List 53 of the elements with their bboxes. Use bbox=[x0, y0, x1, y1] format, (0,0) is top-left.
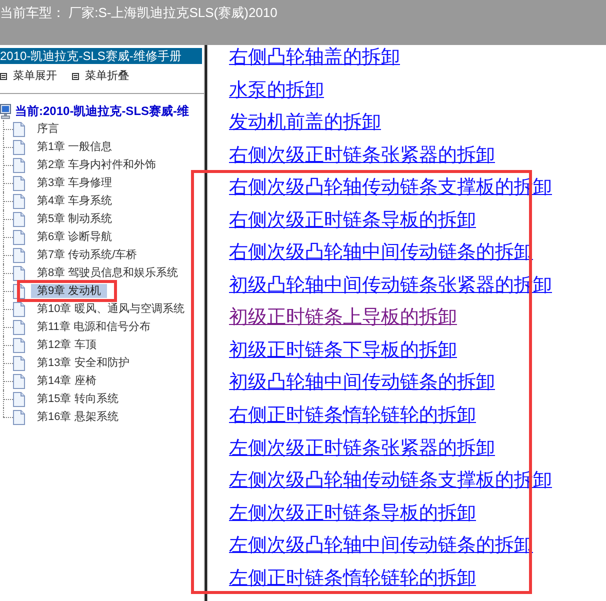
document-icon bbox=[13, 392, 25, 406]
document-icon bbox=[13, 266, 25, 280]
manual-link[interactable]: 初级正时链条上导板的拆卸 bbox=[229, 305, 457, 330]
sidebar-header: 2010-凯迪拉克-SLS赛威-维修手册 bbox=[0, 48, 202, 64]
manual-link[interactable]: 左侧次级正时链条张紧器的拆卸 bbox=[229, 436, 495, 460]
menu-action-link[interactable]: 菜单展开 bbox=[0, 68, 57, 84]
document-icon bbox=[13, 122, 25, 136]
list-icon bbox=[72, 72, 79, 80]
tree-item[interactable]: 第9章 发动机 bbox=[31, 284, 108, 298]
menu-action-link[interactable]: 菜单折叠 bbox=[72, 68, 129, 84]
current-model-text: 当前车型： 厂家:S-上海凯迪拉克SLS(赛威)2010 bbox=[0, 4, 278, 22]
manual-link[interactable]: 初级凸轮轴中间传动链条的拆卸 bbox=[229, 370, 495, 394]
tree-item[interactable]: 第13章 安全和防护 bbox=[31, 356, 136, 370]
tree-item[interactable]: 第10章 暖风、通风与空调系统 bbox=[31, 302, 190, 316]
manual-link[interactable]: 左侧正时链条惰轮链轮的拆卸 bbox=[229, 566, 476, 590]
document-icon bbox=[13, 410, 25, 424]
tree-item[interactable]: 序言 bbox=[31, 122, 65, 136]
document-icon bbox=[13, 158, 25, 172]
document-icon bbox=[13, 140, 25, 154]
document-icon bbox=[13, 176, 25, 190]
tree-item[interactable]: 第15章 转向系统 bbox=[31, 392, 124, 406]
tree-item[interactable]: 第6章 诊断导航 bbox=[31, 230, 118, 244]
tree-item[interactable]: 第16章 悬架系统 bbox=[31, 410, 124, 424]
tree-item[interactable]: 第12章 车顶 bbox=[31, 338, 102, 352]
manual-link[interactable]: 左侧次级正时链条导板的拆卸 bbox=[229, 500, 476, 525]
tree-root-label[interactable]: 当前:2010-凯迪拉克-SLS赛威-维 bbox=[15, 102, 190, 120]
tree-item[interactable]: 第7章 传动系统/车桥 bbox=[31, 248, 144, 262]
manual-link[interactable]: 初级正时链条下导板的拆卸 bbox=[229, 338, 457, 362]
tree-item[interactable]: 第1章 一般信息 bbox=[31, 140, 118, 154]
document-icon bbox=[13, 338, 25, 352]
manual-link[interactable]: 水泵的拆卸 bbox=[229, 78, 324, 102]
document-icon bbox=[13, 356, 25, 370]
computer-icon bbox=[0, 104, 11, 118]
tree-item[interactable]: 第3章 车身修理 bbox=[31, 176, 118, 190]
manual-link[interactable]: 右侧正时链条惰轮链轮的拆卸 bbox=[229, 403, 476, 428]
document-icon bbox=[13, 374, 25, 388]
tree-item[interactable]: 第5章 制动系统 bbox=[31, 212, 118, 226]
tree-item[interactable]: 第2章 车身内衬件和外饰 bbox=[31, 158, 162, 172]
tree-item[interactable]: 第4章 车身系统 bbox=[31, 194, 118, 208]
manual-link[interactable]: 右侧次级正时链条张紧器的拆卸 bbox=[229, 142, 495, 167]
document-icon bbox=[13, 230, 25, 244]
manual-link[interactable]: 右侧凸轮轴盖的拆卸 bbox=[229, 45, 400, 69]
tree-item[interactable]: 第14章 座椅 bbox=[31, 374, 102, 388]
manual-link[interactable]: 发动机前盖的拆卸 bbox=[229, 110, 381, 134]
document-icon bbox=[13, 248, 25, 262]
document-icon bbox=[13, 320, 25, 334]
document-icon bbox=[13, 302, 25, 316]
document-icon bbox=[13, 194, 25, 208]
manual-link[interactable]: 右侧次级正时链条导板的拆卸 bbox=[229, 208, 476, 232]
tree-item[interactable]: 第11章 电源和信号分布 bbox=[31, 320, 156, 334]
list-icon bbox=[0, 72, 7, 80]
document-icon bbox=[13, 212, 25, 226]
tree-item[interactable]: 第8章 驾驶员信息和娱乐系统 bbox=[31, 266, 184, 280]
